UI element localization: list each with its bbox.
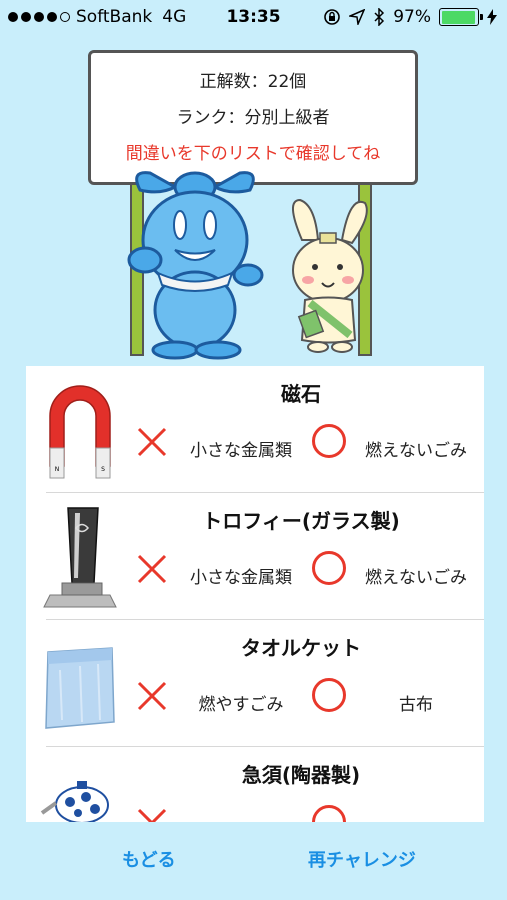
orientation-lock-icon [324,9,341,25]
status-bar: SoftBank 4G 13:35 97% [0,0,507,36]
instruction-text: 間違いを下のリストで確認してね [125,144,381,164]
your-answer: 小さな金属類 [190,568,292,588]
teapot-image [40,781,109,822]
list-item: 急須(陶器製) [26,747,484,822]
list-item: タオルケット 燃やすごみ 古布 [26,620,484,747]
your-answer: 燃やすごみ [198,695,284,715]
correct-answer: 燃えないごみ [365,568,467,588]
mistake-list[interactable]: N S 磁石 小さな金属類 燃えないごみ トロフィー(ガラス製) 小さな金属類 … [26,366,484,822]
charging-icon [487,9,497,25]
correct-mark-icon [312,805,346,822]
svg-text:S: S [101,466,105,473]
battery-percentage: 97% [393,7,431,27]
battery-icon [439,8,483,26]
svg-text:N: N [55,466,60,473]
wrong-mark-icon [137,808,167,822]
your-answer: 小さな金属類 [190,441,292,461]
rank-text: ランク：分別上級者 [176,108,330,128]
score-text: 正解数：22個 [199,72,307,92]
retry-button[interactable]: 再チャレンジ [308,846,416,872]
list-item: トロフィー(ガラス製) 小さな金属類 燃えないごみ [26,493,484,620]
correct-mark-icon [312,424,346,458]
bluetooth-icon [374,8,385,26]
item-title: 磁石 [281,382,321,406]
towel-blanket-image [45,647,115,729]
correct-answer: 燃えないごみ [365,441,467,461]
wrong-mark-icon [137,427,167,457]
item-title: 急須(陶器製) [241,763,361,787]
water-mascot-illustration [127,171,264,360]
correct-answer: 古布 [399,695,433,715]
magnet-image: N S [49,385,111,479]
rabbit-mascot-illustration [292,198,368,353]
wrong-mark-icon [137,554,167,584]
back-button[interactable]: もどる [122,846,176,872]
wrong-mark-icon [137,681,167,711]
trophy-image [43,507,117,608]
list-item: N S 磁石 小さな金属類 燃えないごみ [26,366,484,493]
correct-mark-icon [312,678,346,712]
item-title: タオルケット [241,636,361,660]
location-icon [349,9,366,25]
correct-mark-icon [312,551,346,585]
item-title: トロフィー(ガラス製) [202,509,400,533]
